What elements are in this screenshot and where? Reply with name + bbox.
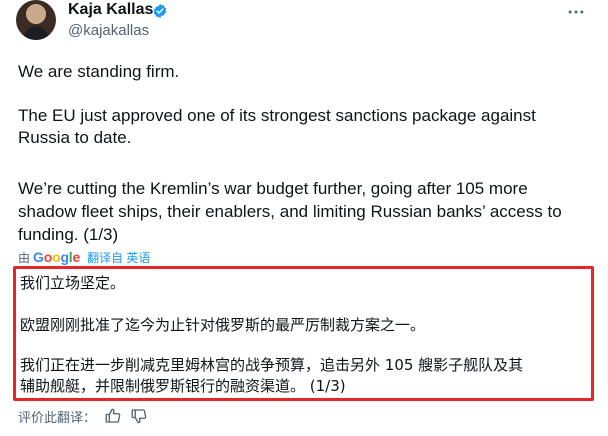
- rate-translation-row: 评价此翻译：: [18, 406, 148, 426]
- tweet-text-line: We are standing firm.: [18, 62, 180, 81]
- translated-from-english-link[interactable]: 翻译自 英语: [87, 249, 150, 266]
- translated-text-line: 辅助舰艇，并限制俄罗斯银行的融资渠道。 (1/3): [20, 377, 346, 395]
- tweet-text-line: shadow fleet ships, their enablers, and …: [18, 202, 562, 221]
- translation-attribution: 由 Google 翻译自 英语: [18, 249, 150, 265]
- avatar[interactable]: [16, 0, 56, 40]
- translated-text-line: 我们立场坚定。: [20, 274, 126, 292]
- tweet-text-line: funding. (1/3): [18, 225, 119, 244]
- translated-text-line: 欧盟刚刚批准了迄今为止针对俄罗斯的最严厉制裁方案之一。: [20, 316, 426, 334]
- tweet-text-line: We’re cutting the Kremlin’s war budget f…: [18, 179, 528, 198]
- verified-badge-icon: [153, 4, 167, 18]
- google-logo: Google: [33, 249, 81, 265]
- translated-by-prefix: 由: [18, 250, 31, 265]
- translated-text-line: 我们正在进一步削减克里姆林宫的战争预算，追击另外 105 艘影子舰队及其: [20, 356, 524, 374]
- thumbs-up-icon[interactable]: [104, 407, 122, 425]
- tweet-text-line: Russia to date.: [18, 128, 132, 147]
- more-options-icon[interactable]: [566, 2, 586, 22]
- user-handle[interactable]: @kajakallas: [68, 22, 149, 39]
- thumbs-down-icon[interactable]: [130, 407, 148, 425]
- tweet-text-line: The EU just approved one of its stronges…: [18, 106, 536, 125]
- tweet-header: Kaja Kallas @kajakallas: [0, 0, 608, 44]
- display-name[interactable]: Kaja Kallas: [68, 1, 153, 19]
- rate-translation-label: 评价此翻译：: [18, 410, 97, 426]
